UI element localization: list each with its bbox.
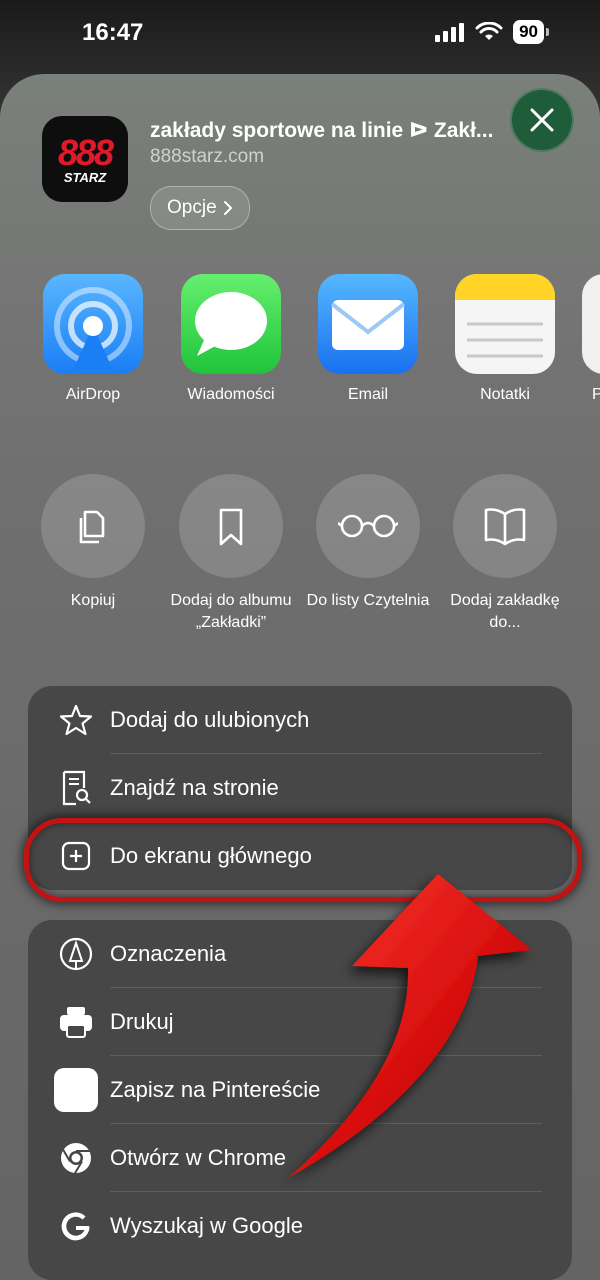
options-label: Opcje [167,197,217,218]
app-label: Notatki [480,386,530,403]
list-item-find-on-page[interactable]: Znajdź na stronie [28,754,572,822]
app-label: Wiadomości [187,386,275,403]
messages-icon [181,274,281,374]
app-airdrop[interactable]: AirDrop [33,274,153,404]
list-item-markup[interactable]: Oznaczenia [28,920,572,988]
list-item-print[interactable]: Drukuj [28,988,572,1056]
mail-icon [318,274,418,374]
copy-icon [41,474,145,578]
airdrop-icon [43,274,143,374]
app-label: AirDrop [65,386,121,403]
list-item-label: Drukuj [110,1009,174,1034]
add-square-icon [58,838,94,874]
chrome-icon [58,1140,94,1176]
find-on-page-icon [58,770,94,806]
status-icons: 90 [435,20,549,44]
pinterest-icon [54,1068,98,1112]
share-actions-row: Kopiuj Dodaj do albumu „Zakładki” Do lis… [0,474,600,654]
action-copy[interactable]: Kopiuj [31,474,155,612]
status-time: 16:47 [82,19,144,46]
battery-indicator: 90 [513,20,549,44]
options-button[interactable]: Opcje [150,186,250,230]
logo-text: STARZ [63,170,107,185]
list-item-label: Otwórz w Chrome [110,1145,287,1170]
star-icon [58,702,94,738]
list-item-label: Oznaczenia [110,941,227,966]
action-label: Kopiuj [70,592,116,609]
list-item-label: Zapisz na Pintereście [110,1077,321,1102]
action-add-bookmark-to[interactable]: Dodaj zakładkę do... [443,474,567,634]
list-item-google-search[interactable]: Wyszukaj w Google [28,1192,572,1260]
list-item-open-chrome[interactable]: Otwórz w Chrome [28,1124,572,1192]
partial-app-icon [582,274,600,374]
app-mail[interactable]: Email [308,274,428,404]
list-item-add-to-home-screen[interactable]: Do ekranu głównego [28,822,572,890]
google-icon [58,1208,94,1244]
list-item-add-favorites[interactable]: Dodaj do ulubionych [28,686,572,754]
list-item-label: Do ekranu głównego [110,843,312,868]
app-partial[interactable]: P [582,274,600,404]
site-app-icon: 888 STARZ [42,116,128,202]
action-list-secondary: Oznaczenia Drukuj Zapisz na Pintereście [28,920,572,1280]
close-icon [530,108,554,132]
action-reading-list[interactable]: Do listy Czytelnia [306,474,430,612]
list-item-label: Dodaj do ulubionych [110,707,310,732]
close-button[interactable] [512,90,572,150]
markup-icon [58,936,94,972]
list-item-label: Wyszukaj w Google [110,1213,303,1238]
action-label: Dodaj do albumu „Zakładki” [170,592,292,631]
page-title: zakłady sportowe na linie ᐅ Zakł... [150,119,494,142]
action-add-bookmark-album[interactable]: Dodaj do albumu „Zakładki” [169,474,293,634]
app-notes[interactable]: Notatki [445,274,565,404]
action-label: Do listy Czytelnia [306,592,430,609]
app-label: Email [347,386,388,403]
printer-icon [58,1004,94,1040]
notes-icon [455,274,555,374]
status-bar: 16:47 90 [0,0,600,70]
list-item-label: Znajdź na stronie [110,775,279,800]
chevron-right-icon [223,201,233,215]
bookmark-icon [179,474,283,578]
book-icon [453,474,557,578]
signal-icon [435,23,465,42]
action-label: Dodaj zakładkę do... [450,592,560,631]
share-apps-row: AirDrop Wiadomości Email Notatki P [0,274,600,424]
page-url: 888starz.com [150,146,265,167]
list-item-pinterest[interactable]: Zapisz na Pintereście [28,1056,572,1124]
glasses-icon [316,474,420,578]
wifi-icon [475,22,503,40]
app-messages[interactable]: Wiadomości [171,274,291,404]
logo-number: 888 [57,132,114,173]
app-label: P [592,386,600,403]
action-list-primary: Dodaj do ulubionych Znajdź na stronie Do… [28,686,572,890]
share-sheet: 888 STARZ zakłady sportowe na linie ᐅ Za… [0,74,600,1280]
